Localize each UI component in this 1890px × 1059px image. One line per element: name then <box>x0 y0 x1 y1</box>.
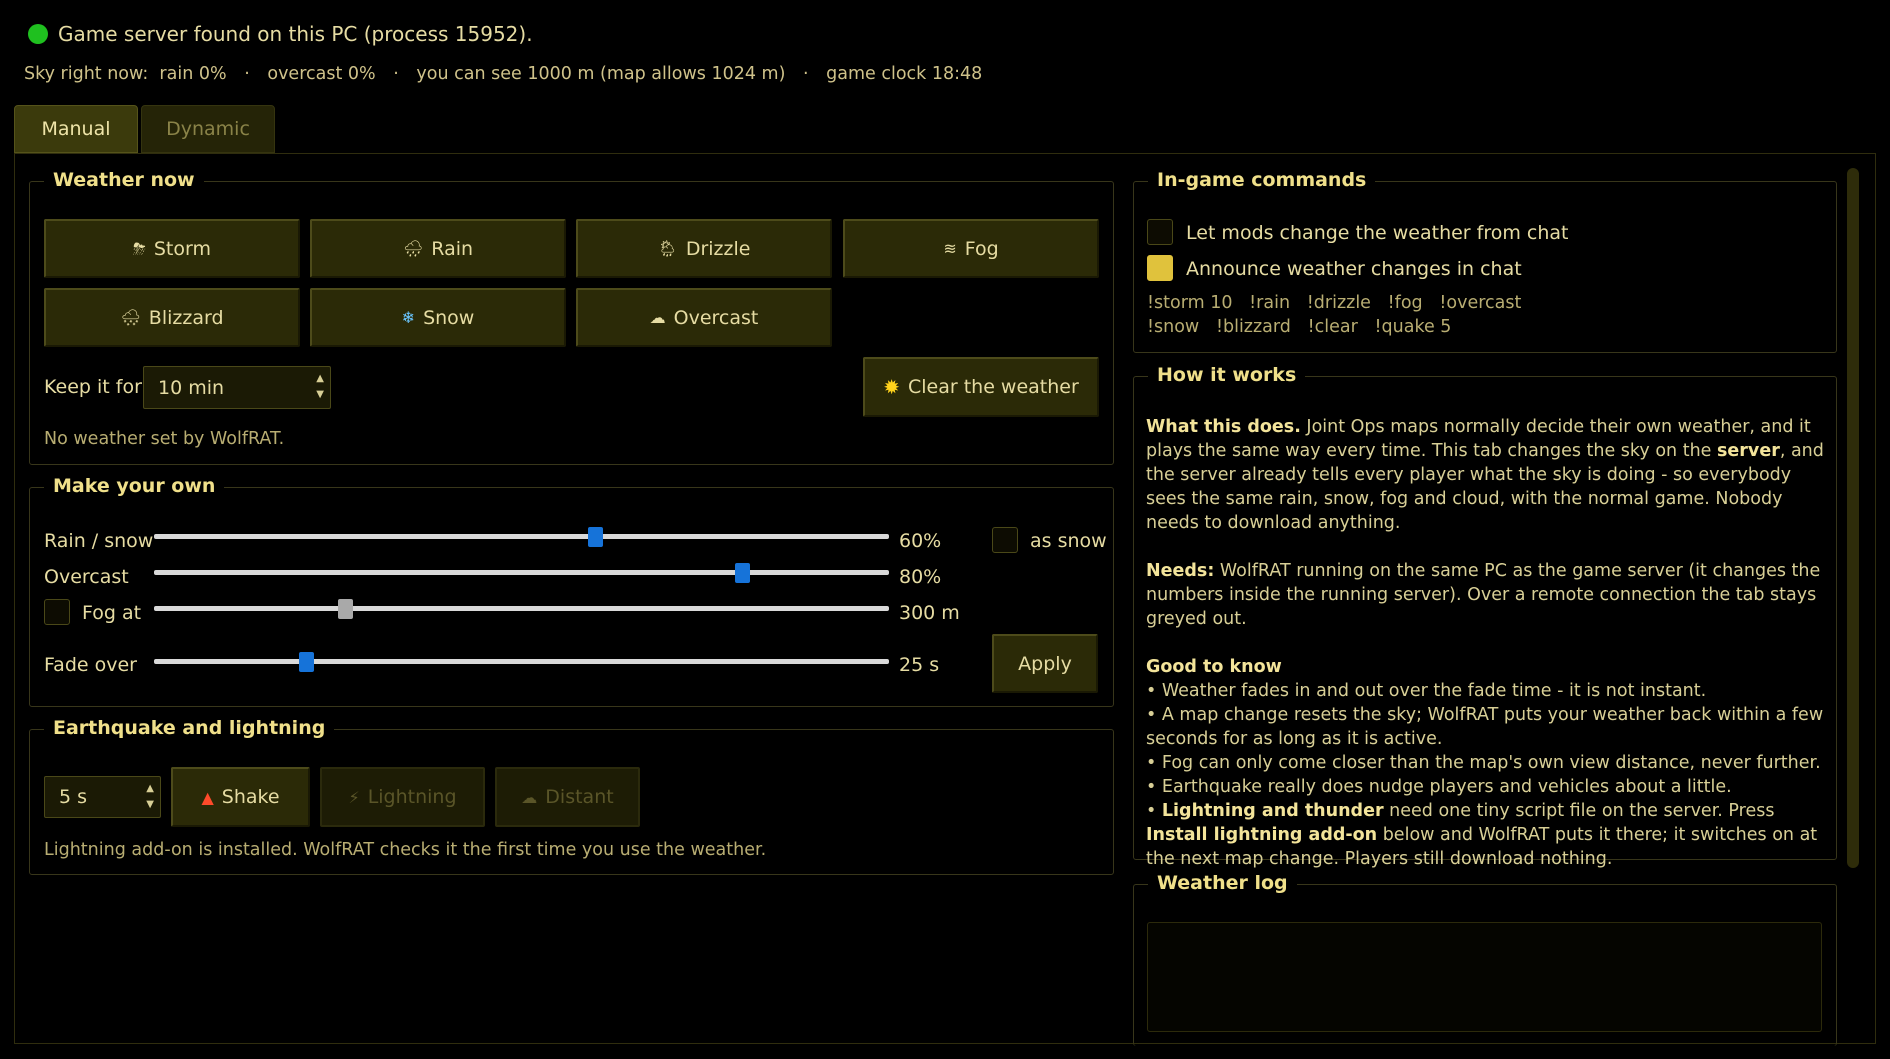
drizzle-icon: 🌦 <box>657 239 678 258</box>
fade-slider[interactable] <box>154 659 889 664</box>
blizzard-button[interactable]: 🌨 Blizzard <box>44 288 300 347</box>
mods-chat-label: Let mods change the weather from chat <box>1186 222 1569 244</box>
sky-rain: rain 0% <box>159 64 227 84</box>
fog-slider-label: Fog at <box>82 602 142 624</box>
announce-checkbox[interactable] <box>1147 255 1173 281</box>
server-status-text: Game server found on this PC (process 15… <box>58 22 533 46</box>
mods-chat-checkbox[interactable] <box>1147 219 1173 245</box>
quake-duration-stepper[interactable]: 5 s ▲ ▼ <box>44 776 161 818</box>
snowflake-icon: ❄ <box>401 308 416 327</box>
earthquake-title: Earthquake and lightning <box>44 717 335 739</box>
sky-summary: Sky right now: rain 0% · overcast 0% · y… <box>24 64 983 84</box>
overcast-button[interactable]: ☁ Overcast <box>576 288 832 347</box>
as-snow-label: as snow <box>1030 530 1107 552</box>
how-it-works-text: What this does. Joint Ops maps normally … <box>1146 417 1824 869</box>
stepper-arrows[interactable]: ▲ ▼ <box>316 371 324 403</box>
announce-label: Announce weather changes in chat <box>1186 258 1522 280</box>
weather-log-box[interactable] <box>1147 922 1822 1032</box>
weather-log-title: Weather log <box>1148 872 1297 894</box>
warning-person-icon: ▲ <box>201 787 214 807</box>
command-list-1: !storm 10 !rain !drizzle !fog !overcast <box>1147 293 1522 313</box>
cloud-icon: ☁ <box>649 308 666 327</box>
overcast-slider-label: Overcast <box>44 566 129 588</box>
fade-slider-label: Fade over <box>44 654 137 676</box>
right-panel-scrollbar[interactable] <box>1847 168 1859 868</box>
storm-button[interactable]: ⛈ Storm <box>44 219 300 278</box>
lightning-note: Lightning add-on is installed. WolfRAT c… <box>44 840 767 860</box>
shake-button[interactable]: ▲ Shake <box>171 767 310 827</box>
status-ok-icon <box>28 24 48 44</box>
commands-title: In-game commands <box>1148 169 1376 191</box>
fog-slider-thumb[interactable] <box>338 599 353 619</box>
overcast-value: 80% <box>899 566 942 588</box>
overcast-slider[interactable] <box>154 570 889 575</box>
keep-label: Keep it for <box>44 376 142 398</box>
weather-now-note: No weather set by WolfRAT. <box>44 429 285 449</box>
make-your-own-title: Make your own <box>44 475 225 497</box>
weather-now-title: Weather now <box>44 169 204 191</box>
down-arrow-icon: ▼ <box>146 799 154 810</box>
sky-prefix: Sky right now: <box>24 64 149 84</box>
fog-button[interactable]: ≋ Fog <box>843 219 1099 278</box>
rain-button[interactable]: 🌧 Rain <box>310 219 566 278</box>
snow-button[interactable]: ❄ Snow <box>310 288 566 347</box>
fog-icon: ≋ <box>943 239 957 258</box>
stepper-arrows[interactable]: ▲ ▼ <box>146 781 154 813</box>
rain-cloud-icon: 🌧 <box>402 239 424 258</box>
up-arrow-icon: ▲ <box>146 783 154 794</box>
fade-value: 25 s <box>899 654 940 676</box>
drizzle-button[interactable]: 🌦 Drizzle <box>576 219 832 278</box>
thunder-cloud-icon: ☁ <box>521 787 538 807</box>
rain-slider-thumb[interactable] <box>588 527 603 547</box>
tab-manual[interactable]: Manual <box>14 105 138 153</box>
sky-visibility: you can see 1000 m (map allows 1024 m) <box>416 64 786 84</box>
overcast-slider-thumb[interactable] <box>735 563 750 583</box>
how-it-works-title: How it works <box>1148 364 1306 386</box>
command-list-2: !snow !blizzard !clear !quake 5 <box>1147 317 1452 337</box>
as-snow-checkbox[interactable] <box>992 527 1018 553</box>
sun-icon: ✹ <box>883 375 900 399</box>
blizzard-icon: 🌨 <box>120 308 141 327</box>
down-arrow-icon: ▼ <box>316 389 324 400</box>
lightning-button[interactable]: ⚡ Lightning <box>320 767 485 827</box>
fog-value: 300 m <box>899 602 960 624</box>
rain-slider[interactable] <box>154 534 889 539</box>
rain-value: 60% <box>899 530 942 552</box>
fade-slider-thumb[interactable] <box>299 652 314 672</box>
rain-slider-label: Rain / snow <box>44 530 154 552</box>
keep-duration-stepper[interactable]: 10 min ▲ ▼ <box>143 366 331 409</box>
clear-weather-button[interactable]: ✹ Clear the weather <box>863 357 1099 417</box>
tab-dynamic[interactable]: Dynamic <box>141 105 275 153</box>
fog-checkbox[interactable] <box>44 599 70 625</box>
server-status: Game server found on this PC (process 15… <box>28 22 533 46</box>
lightning-icon: ⚡ <box>348 787 360 807</box>
sky-clock: game clock 18:48 <box>826 64 983 84</box>
distant-button[interactable]: ☁ Distant <box>495 767 640 827</box>
fog-slider[interactable] <box>154 606 889 611</box>
sky-overcast: overcast 0% <box>267 64 376 84</box>
make-your-own-group: Make your own <box>29 475 1114 707</box>
storm-cloud-icon: ⛈ <box>133 238 146 258</box>
up-arrow-icon: ▲ <box>316 373 324 384</box>
apply-button[interactable]: Apply <box>992 634 1098 693</box>
